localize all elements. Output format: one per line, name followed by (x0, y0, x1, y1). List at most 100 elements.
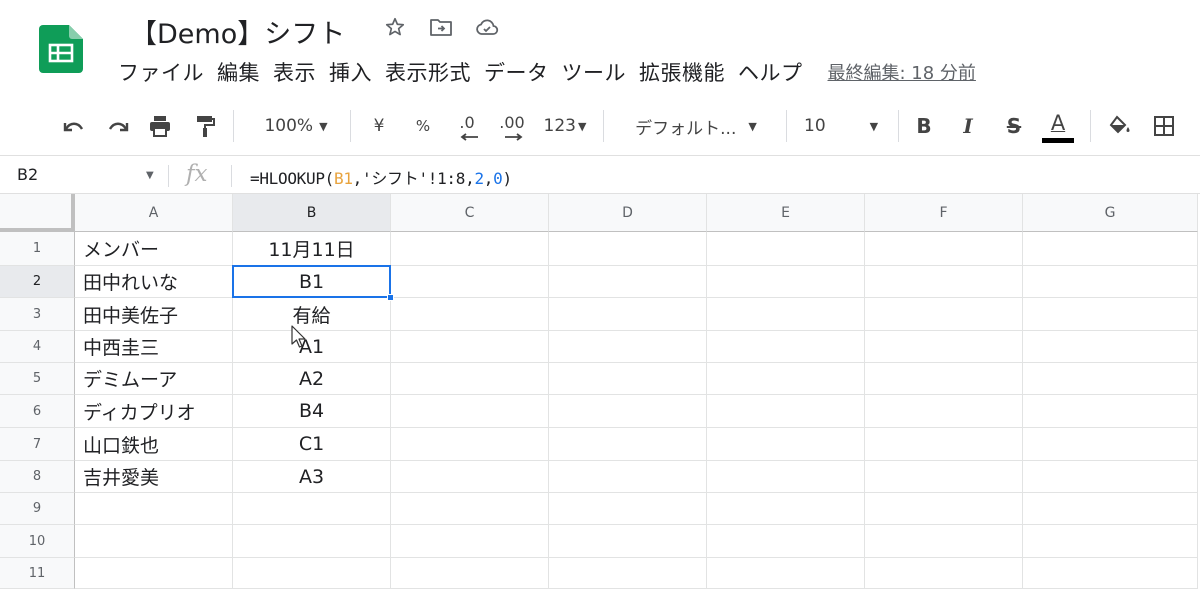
cell-e11[interactable] (707, 558, 865, 589)
cell-a8[interactable]: 吉井愛美 (75, 461, 233, 493)
row-header-2[interactable]: 2 (0, 266, 75, 298)
cell-a6[interactable]: ディカプリオ (75, 395, 233, 428)
column-header-f[interactable]: F (865, 194, 1023, 232)
menu-help[interactable]: ヘルプ (738, 57, 803, 87)
menu-view[interactable]: 表示 (273, 57, 316, 87)
row-header-9[interactable]: 9 (0, 493, 75, 525)
borders-icon[interactable] (1148, 96, 1180, 156)
row-header-10[interactable]: 10 (0, 525, 75, 558)
select-all-corner[interactable] (0, 194, 75, 232)
menu-extensions[interactable]: 拡張機能 (639, 57, 725, 87)
cell-g4[interactable] (1023, 331, 1198, 363)
currency-format-button[interactable]: ¥ (366, 96, 392, 156)
row-header-7[interactable]: 7 (0, 428, 75, 461)
row-header-5[interactable]: 5 (0, 363, 75, 395)
star-icon[interactable] (382, 14, 408, 40)
cell-a5[interactable]: デミムーア (75, 363, 233, 395)
column-header-a[interactable]: A (75, 194, 233, 232)
cell-f5[interactable] (865, 363, 1023, 395)
menu-insert[interactable]: 挿入 (329, 57, 372, 87)
cell-a11[interactable] (75, 558, 233, 589)
font-family-select[interactable]: デフォルト... ▼ (622, 96, 770, 156)
column-header-g[interactable]: G (1023, 194, 1198, 232)
cell-g9[interactable] (1023, 493, 1198, 525)
cell-g10[interactable] (1023, 525, 1198, 558)
cell-d5[interactable] (549, 363, 707, 395)
cell-c6[interactable] (391, 395, 549, 428)
cell-a7[interactable]: 山口鉄也 (75, 428, 233, 461)
strikethrough-button[interactable]: S (1000, 96, 1028, 156)
undo-icon[interactable] (56, 96, 90, 156)
menu-data[interactable]: データ (484, 57, 549, 87)
chevron-down-icon[interactable]: ▼ (146, 170, 154, 181)
cell-d1[interactable] (549, 232, 707, 266)
cell-c4[interactable] (391, 331, 549, 363)
cell-g11[interactable] (1023, 558, 1198, 589)
cell-c7[interactable] (391, 428, 549, 461)
print-icon[interactable] (143, 96, 177, 156)
paint-format-icon[interactable] (188, 96, 222, 156)
cell-f3[interactable] (865, 298, 1023, 331)
cell-c9[interactable] (391, 493, 549, 525)
cell-e3[interactable] (707, 298, 865, 331)
cell-a3[interactable]: 田中美佐子 (75, 298, 233, 331)
text-color-button[interactable]: A (1040, 96, 1076, 156)
cell-b1[interactable]: 11月11日 (233, 232, 391, 266)
last-edit-link[interactable]: 最終編集: 18 分前 (828, 59, 976, 85)
cell-d6[interactable] (549, 395, 707, 428)
cell-e4[interactable] (707, 331, 865, 363)
cell-b6[interactable]: B4 (233, 395, 391, 428)
row-header-6[interactable]: 6 (0, 395, 75, 428)
cell-a4[interactable]: 中西圭三 (75, 331, 233, 363)
cell-e1[interactable] (707, 232, 865, 266)
redo-icon[interactable] (102, 96, 136, 156)
bold-button[interactable]: B (910, 96, 938, 156)
row-header-4[interactable]: 4 (0, 331, 75, 363)
cell-b8[interactable]: A3 (233, 461, 391, 493)
cell-f8[interactable] (865, 461, 1023, 493)
cell-c10[interactable] (391, 525, 549, 558)
cell-c8[interactable] (391, 461, 549, 493)
cell-e10[interactable] (707, 525, 865, 558)
cell-f4[interactable] (865, 331, 1023, 363)
cell-g5[interactable] (1023, 363, 1198, 395)
percent-format-button[interactable]: % (410, 96, 436, 156)
cell-a9[interactable] (75, 493, 233, 525)
cell-f7[interactable] (865, 428, 1023, 461)
cell-b11[interactable] (233, 558, 391, 589)
cell-d8[interactable] (549, 461, 707, 493)
cell-f1[interactable] (865, 232, 1023, 266)
fill-color-icon[interactable] (1104, 96, 1136, 156)
row-header-3[interactable]: 3 (0, 298, 75, 331)
column-header-b[interactable]: B (233, 194, 391, 232)
cell-g2[interactable] (1023, 266, 1198, 298)
cell-g6[interactable] (1023, 395, 1198, 428)
cell-e8[interactable] (707, 461, 865, 493)
menu-tools[interactable]: ツール (562, 57, 627, 87)
cell-g3[interactable] (1023, 298, 1198, 331)
cloud-status-icon[interactable] (474, 14, 500, 40)
cell-g7[interactable] (1023, 428, 1198, 461)
increase-decimal-button[interactable]: .00 (494, 96, 530, 156)
move-to-folder-icon[interactable] (428, 14, 454, 40)
row-header-8[interactable]: 8 (0, 461, 75, 493)
cell-d2[interactable] (549, 266, 707, 298)
zoom-select[interactable]: 100% ▼ (250, 96, 342, 156)
menu-file[interactable]: ファイル (118, 57, 204, 87)
cell-e2[interactable] (707, 266, 865, 298)
cell-d7[interactable] (549, 428, 707, 461)
cell-a1[interactable]: メンバー (75, 232, 233, 266)
cell-c1[interactable] (391, 232, 549, 266)
cell-c3[interactable] (391, 298, 549, 331)
menu-format[interactable]: 表示形式 (385, 57, 471, 87)
italic-button[interactable]: I (954, 96, 982, 156)
cell-f11[interactable] (865, 558, 1023, 589)
cell-f9[interactable] (865, 493, 1023, 525)
font-size-select[interactable]: 10 ▼ (796, 96, 890, 156)
menu-edit[interactable]: 編集 (217, 57, 260, 87)
row-header-11[interactable]: 11 (0, 558, 75, 589)
cell-f6[interactable] (865, 395, 1023, 428)
cell-e6[interactable] (707, 395, 865, 428)
more-formats-select[interactable]: 123 ▼ (536, 96, 594, 156)
cell-g1[interactable] (1023, 232, 1198, 266)
